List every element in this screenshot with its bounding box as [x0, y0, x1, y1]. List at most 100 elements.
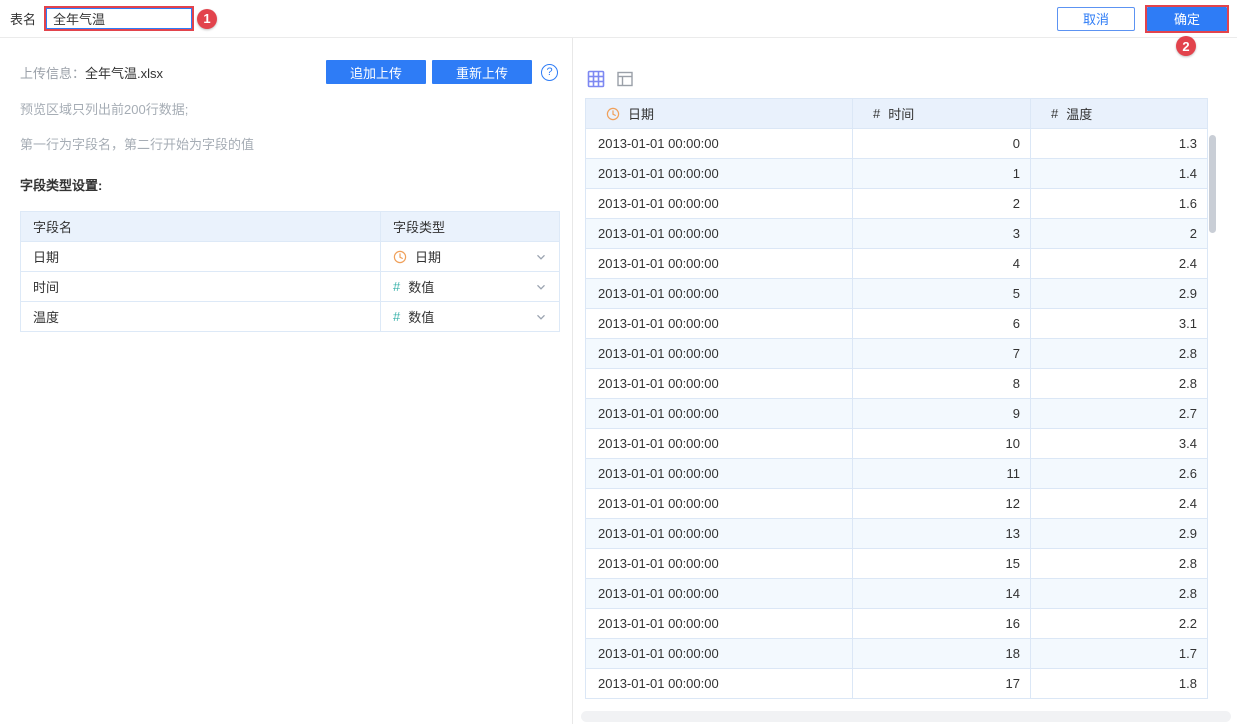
table-row: 2013-01-01 00:00:00 17 1.8: [585, 668, 1208, 699]
cell-date: 2013-01-01 00:00:00: [585, 218, 853, 249]
cell-time: 13: [852, 518, 1031, 549]
preview-table-body: 2013-01-01 00:00:00 0 1.3 2013-01-01 00:00:…: [585, 128, 1208, 699]
chevron-down-icon: [535, 251, 547, 263]
field-type-value: 数值: [408, 280, 435, 295]
cell-temperature: 2.7: [1030, 398, 1208, 429]
cell-date: 2013-01-01 00:00:00: [585, 428, 853, 459]
table-row: 2013-01-01 00:00:00 9 2.7: [585, 398, 1208, 429]
annotation-badge-2: 2: [1176, 36, 1196, 56]
table-row: 2013-01-01 00:00:00 16 2.2: [585, 608, 1208, 639]
cell-temperature: 2.8: [1030, 548, 1208, 579]
cell-time: 2: [852, 188, 1031, 219]
upload-table-dialog: 表名 1 取消 确定 2 上传信息： 全年气温.xlsx 追加上传 重新上传 ?…: [0, 0, 1237, 724]
horizontal-scrollbar-track[interactable]: [581, 711, 1231, 722]
cell-time: 14: [852, 578, 1031, 609]
field-type-value: 日期: [415, 250, 442, 265]
cell-time: 11: [852, 458, 1031, 489]
cell-date: 2013-01-01 00:00:00: [585, 278, 853, 309]
field-table-header-row: 字段名 字段类型: [20, 211, 560, 242]
append-upload-button[interactable]: 追加上传: [326, 60, 426, 84]
annotation-box-2: 确定: [1145, 4, 1229, 33]
field-row-temperature: 温度 # 数值: [20, 301, 560, 332]
view-toggle: [587, 70, 1237, 88]
cell-date: 2013-01-01 00:00:00: [585, 518, 853, 549]
cell-temperature: 2.9: [1030, 518, 1208, 549]
field-type-header: 字段类型: [380, 211, 560, 242]
cell-temperature: 2.8: [1030, 578, 1208, 609]
cell-date: 2013-01-01 00:00:00: [585, 668, 853, 699]
table-name-label: 表名: [10, 12, 37, 27]
cell-time: 10: [852, 428, 1031, 459]
field-name-header: 字段名: [20, 211, 381, 242]
number-icon: #: [393, 309, 401, 324]
field-row-date: 日期 日期: [20, 241, 560, 272]
cell-temperature: 2.6: [1030, 458, 1208, 489]
cell-time: 18: [852, 638, 1031, 669]
field-type-value: 数值: [408, 310, 435, 325]
cell-temperature: 3.1: [1030, 308, 1208, 339]
reupload-button[interactable]: 重新上传: [432, 60, 532, 84]
field-type-dropdown[interactable]: 日期: [381, 247, 559, 266]
cell-date: 2013-01-01 00:00:00: [585, 188, 853, 219]
cell-temperature: 2: [1030, 218, 1208, 249]
cell-temperature: 2.4: [1030, 488, 1208, 519]
column-header-temperature: 温度: [1066, 107, 1093, 122]
cell-time: 7: [852, 338, 1031, 369]
field-name: 时间: [20, 271, 381, 302]
panel-view-icon[interactable]: [616, 70, 634, 88]
cell-date: 2013-01-01 00:00:00: [585, 308, 853, 339]
upload-file-name: 全年气温.xlsx: [85, 65, 164, 81]
vertical-scrollbar-thumb[interactable]: [1209, 135, 1216, 233]
clock-icon: [606, 107, 620, 121]
cell-date: 2013-01-01 00:00:00: [585, 608, 853, 639]
cell-date: 2013-01-01 00:00:00: [585, 128, 853, 159]
cell-time: 3: [852, 218, 1031, 249]
chevron-down-icon: [535, 281, 547, 293]
field-row-time: 时间 # 数值: [20, 271, 560, 302]
cell-date: 2013-01-01 00:00:00: [585, 548, 853, 579]
annotation-badge-1: 1: [197, 8, 218, 29]
field-type-dropdown[interactable]: # 数值: [381, 307, 559, 326]
cell-date: 2013-01-01 00:00:00: [585, 398, 853, 429]
cell-temperature: 3.4: [1030, 428, 1208, 459]
first-row-hint: 第一行为字段名，第二行开始为字段的值: [20, 137, 255, 152]
cell-date: 2013-01-01 00:00:00: [585, 158, 853, 189]
cell-date: 2013-01-01 00:00:00: [585, 488, 853, 519]
table-name-input[interactable]: [46, 8, 193, 29]
table-row: 2013-01-01 00:00:00 12 2.4: [585, 488, 1208, 519]
table-row: 2013-01-01 00:00:00 5 2.9: [585, 278, 1208, 309]
column-header-date: 日期: [628, 107, 655, 122]
table-row: 2013-01-01 00:00:00 4 2.4: [585, 248, 1208, 279]
number-icon: #: [873, 106, 881, 121]
column-header-time: 时间: [888, 107, 915, 122]
table-row: 2013-01-01 00:00:00 15 2.8: [585, 548, 1208, 579]
field-type-dropdown[interactable]: # 数值: [381, 277, 559, 296]
cell-temperature: 2.8: [1030, 338, 1208, 369]
cell-time: 4: [852, 248, 1031, 279]
cell-temperature: 1.8: [1030, 668, 1208, 699]
confirm-button[interactable]: 确定: [1147, 6, 1227, 31]
cell-temperature: 2.4: [1030, 248, 1208, 279]
cell-time: 5: [852, 278, 1031, 309]
cancel-button[interactable]: 取消: [1057, 6, 1135, 31]
table-row: 2013-01-01 00:00:00 0 1.3: [585, 128, 1208, 159]
table-row: 2013-01-01 00:00:00 8 2.8: [585, 368, 1208, 399]
cell-date: 2013-01-01 00:00:00: [585, 638, 853, 669]
table-row: 2013-01-01 00:00:00 1 1.4: [585, 158, 1208, 189]
cell-time: 15: [852, 548, 1031, 579]
cell-time: 6: [852, 308, 1031, 339]
field-type-settings-label: 字段类型设置:: [20, 178, 103, 193]
help-icon[interactable]: ?: [541, 63, 558, 81]
field-type-table: 字段名 字段类型 日期 日期 时间 # 数值 温度 # 数值: [20, 211, 560, 332]
cell-date: 2013-01-01 00:00:00: [585, 248, 853, 279]
table-row: 2013-01-01 00:00:00 11 2.6: [585, 458, 1208, 489]
grid-view-icon[interactable]: [587, 70, 605, 88]
number-icon: #: [1051, 106, 1059, 121]
cell-temperature: 1.3: [1030, 128, 1208, 159]
cell-temperature: 1.6: [1030, 188, 1208, 219]
cell-time: 12: [852, 488, 1031, 519]
cell-time: 8: [852, 368, 1031, 399]
table-row: 2013-01-01 00:00:00 7 2.8: [585, 338, 1208, 369]
data-preview-panel: 日期 # 时间 # 温度 2013-01-01 00:00:00 0 1.3 2…: [573, 38, 1237, 724]
cell-temperature: 2.9: [1030, 278, 1208, 309]
